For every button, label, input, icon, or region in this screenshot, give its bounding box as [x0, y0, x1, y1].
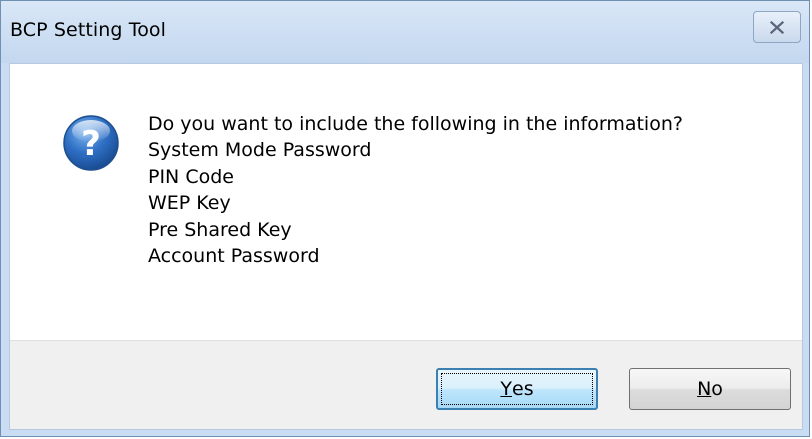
yes-mnemonic: Y — [500, 378, 512, 400]
message-line-item: WEP Key — [148, 192, 231, 215]
message-panel: ? Do you want to include the following i… — [10, 64, 802, 340]
yes-button[interactable]: Yes — [436, 368, 598, 410]
no-label-rest: o — [711, 378, 723, 400]
message-line-item: Pre Shared Key — [148, 218, 292, 241]
yes-label-rest: es — [512, 378, 534, 400]
button-bar: Yes No — [10, 340, 802, 429]
window-title: BCP Setting Tool — [10, 19, 167, 41]
close-icon — [770, 20, 784, 34]
close-button[interactable] — [753, 11, 801, 43]
title-bar[interactable]: BCP Setting Tool — [1, 1, 809, 63]
message-line-item: System Mode Password — [148, 139, 372, 162]
no-mnemonic: N — [697, 378, 712, 400]
no-button[interactable]: No — [629, 368, 791, 410]
message-line-prompt: Do you want to include the following in … — [148, 113, 683, 135]
svg-text:?: ? — [81, 124, 101, 164]
dialog-window: BCP Setting Tool ? Do you want to includ… — [0, 0, 810, 437]
dialog-content: ? Do you want to include the following i… — [9, 63, 803, 430]
message-line-item: Account Password — [148, 245, 320, 268]
question-icon: ? — [63, 115, 119, 171]
message-text: Do you want to include the following in … — [148, 111, 683, 269]
message-line-item: PIN Code — [148, 165, 234, 188]
